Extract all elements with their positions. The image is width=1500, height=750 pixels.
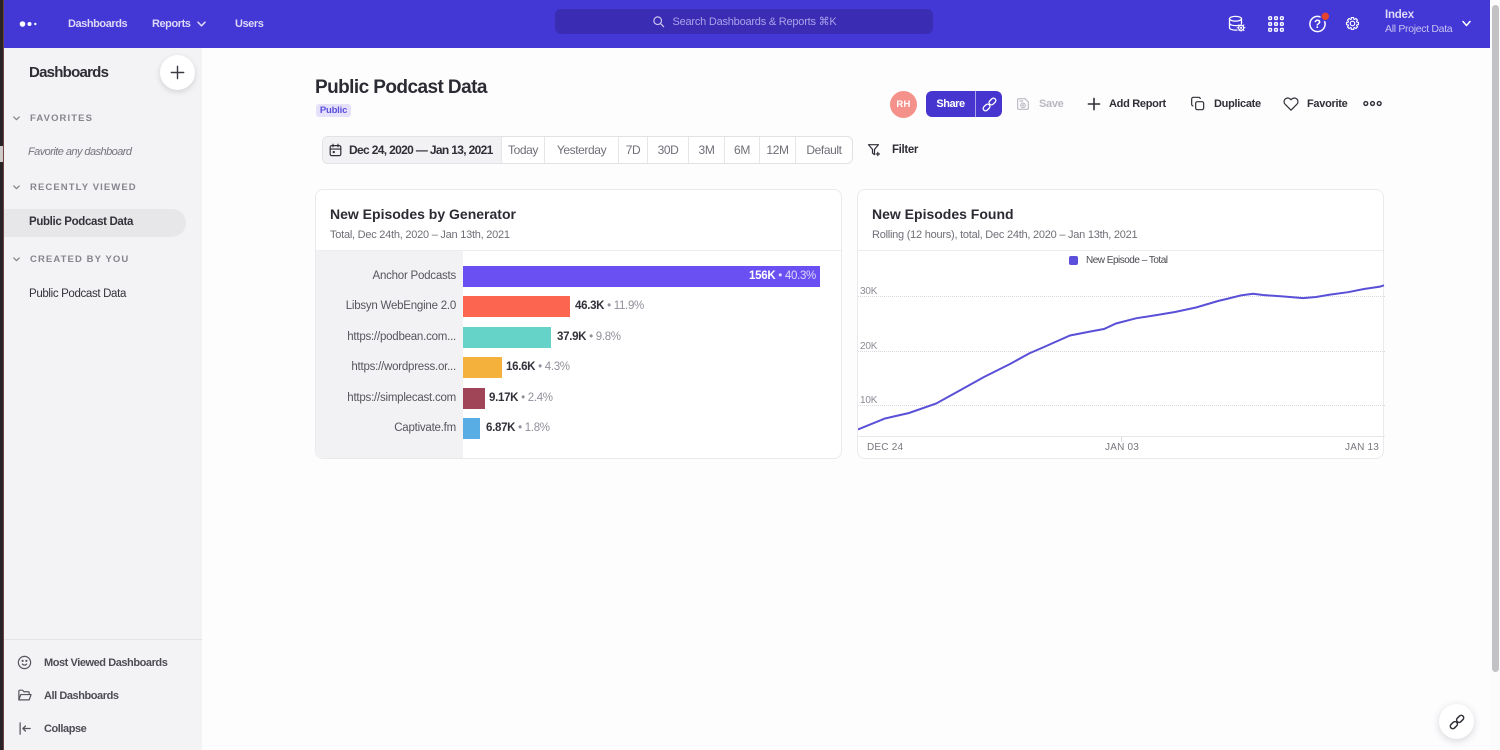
svg-text:?: ? [1314,19,1321,31]
